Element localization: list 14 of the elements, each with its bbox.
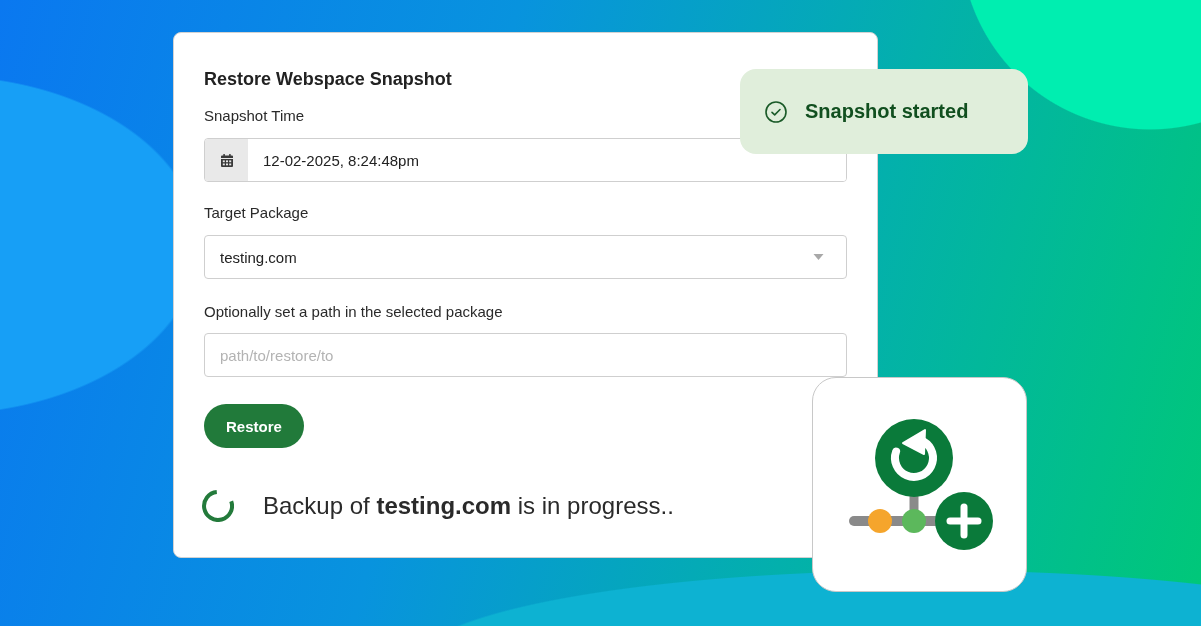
- backup-status-text: Backup of testing.com is in progress..: [263, 491, 674, 521]
- field-label: Snapshot Time: [204, 106, 305, 126]
- restore-button[interactable]: Restore: [204, 404, 304, 448]
- date-time-field[interactable]: 12-02-2025, 8:24:48pm: [204, 138, 847, 182]
- field-label: Optionally set a path in the selected package: [204, 302, 503, 322]
- check-circle-icon: [765, 100, 787, 123]
- calendar-icon: [220, 153, 233, 167]
- loading-spinner-icon: [202, 490, 234, 522]
- field-label: Target Package: [204, 203, 309, 223]
- package-select[interactable]: testing.com: [204, 235, 847, 279]
- caret-down-icon: [813, 254, 824, 260]
- path-input[interactable]: path/to/restore/to: [204, 333, 847, 377]
- form-title: Restore Webspace Snapshot: [204, 68, 452, 90]
- toast-message: Snapshot started: [805, 100, 969, 123]
